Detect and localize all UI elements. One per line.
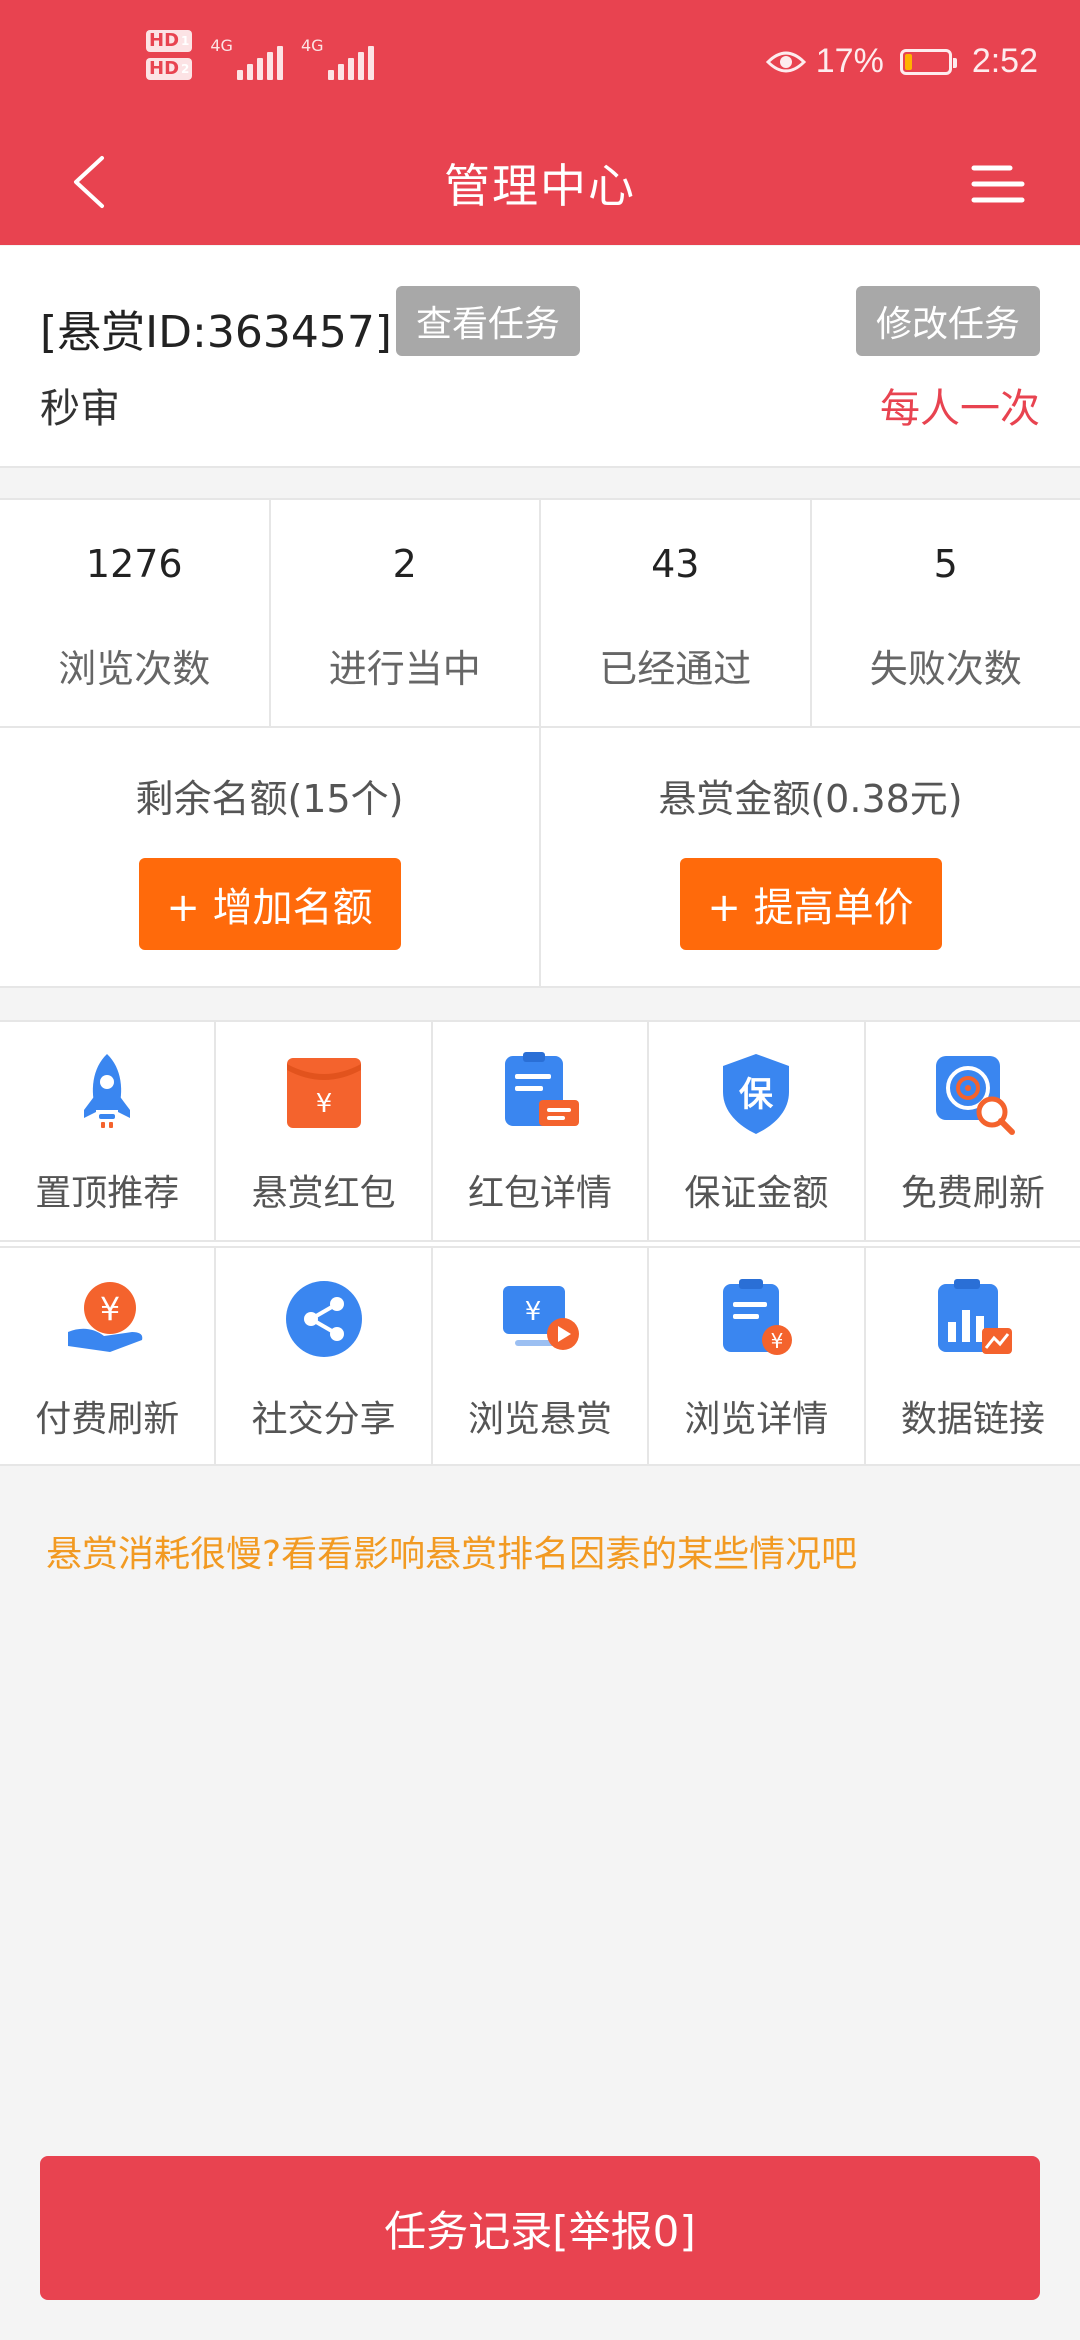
stat-label: 浏览次数 [58, 647, 211, 691]
nav-bar: 管理中心 [0, 130, 1080, 245]
stat-value: 43 [651, 542, 700, 586]
hd-badges: HD 1 HD 2 [146, 30, 193, 80]
stats-row: 1276 浏览次数 2 进行当中 43 已经通过 5 失败次数 [0, 498, 1080, 728]
grid-item-envelope-detail[interactable]: 红包详情 [433, 1022, 650, 1240]
stat-views: 1276 浏览次数 [0, 500, 271, 726]
grid-label: 付费刷新 [35, 1399, 180, 1440]
battery-fill [904, 53, 912, 70]
grid-label: 浏览详情 [684, 1399, 829, 1440]
edit-task-button[interactable]: 修改任务 [856, 286, 1040, 356]
network-type-2: 4G [300, 36, 324, 55]
grid-item-data-link[interactable]: 数据链接 [866, 1248, 1080, 1464]
stat-label: 进行当中 [328, 647, 481, 691]
battery-icon [899, 48, 957, 75]
grid-label: 数据链接 [900, 1399, 1045, 1440]
feature-grid: 置顶推荐 ¥ 悬赏红包 红包详情 保 保证金额 免费刷新 ¥ 付费刷新 社交分享… [0, 1020, 1080, 1466]
clipboard-detail-icon [505, 1052, 580, 1126]
svg-text:¥: ¥ [100, 1290, 120, 1328]
grid-item-social-share[interactable]: 社交分享 [216, 1248, 433, 1464]
grid-label: 置顶推荐 [35, 1173, 180, 1214]
reward-amount: 悬赏金额(0.38元) + 提高单价 [541, 728, 1080, 986]
svg-text:保: 保 [739, 1075, 774, 1115]
hd2-text: HD [149, 58, 180, 79]
hd1-badge: HD 1 [146, 30, 193, 52]
svg-text:¥: ¥ [525, 1297, 542, 1327]
grid-label: 保证金额 [684, 1173, 829, 1214]
remaining-label: 剩余名额(15个) [135, 777, 404, 821]
network-indicators: HD 1 HD 2 4G 4G [146, 30, 374, 80]
grid-item-free-refresh[interactable]: 免费刷新 [866, 1022, 1080, 1240]
grid-item-browse-reward[interactable]: ¥ 浏览悬赏 [433, 1248, 650, 1464]
signal-2-icon: 4G [301, 30, 374, 80]
stat-passed: 43 已经通过 [541, 500, 812, 726]
target-search-icon [935, 1056, 1015, 1135]
view-task-button[interactable]: 查看任务 [396, 286, 580, 356]
grid-item-paid-refresh[interactable]: ¥ 付费刷新 [0, 1248, 217, 1464]
stat-in-progress: 2 进行当中 [271, 500, 541, 726]
quota-row: 剩余名额(15个) + 增加名额 悬赏金额(0.38元) + 提高单价 [0, 728, 1080, 988]
grid-item-reward-envelope[interactable]: ¥ 悬赏红包 [216, 1022, 433, 1240]
shield-deposit-icon: 保 [723, 1054, 790, 1134]
video-reward-icon: ¥ [503, 1286, 580, 1350]
eye-icon [765, 51, 806, 72]
svg-text:¥: ¥ [315, 1089, 332, 1119]
chart-link-icon [937, 1279, 1012, 1354]
task-subtitle: 秒审 [40, 386, 120, 432]
hd1-sub: 1 [181, 34, 190, 48]
task-limit: 每人一次 [880, 386, 1040, 432]
amount-label: 悬赏金额(0.38元) [658, 777, 963, 821]
stat-value: 5 [933, 542, 958, 586]
yuan-hand-icon: ¥ [68, 1282, 143, 1352]
grid-row-1: 置顶推荐 ¥ 悬赏红包 红包详情 保 保证金额 免费刷新 [0, 1022, 1080, 1242]
clock: 2:52 [971, 42, 1038, 80]
grid-label: 悬赏红包 [251, 1173, 396, 1214]
grid-item-top-recommend[interactable]: 置顶推荐 [0, 1022, 217, 1240]
task-id: [悬赏ID:363457] [40, 307, 392, 358]
stat-value: 2 [392, 542, 417, 586]
stat-label: 已经通过 [599, 647, 752, 691]
app-header: HD 1 HD 2 4G 4G 17% 2:52 管理中心 [0, 0, 1080, 245]
red-envelope-icon: ¥ [286, 1058, 361, 1128]
stat-failed: 5 失败次数 [812, 500, 1080, 726]
status-right: 17% 2:52 [765, 42, 1038, 81]
grid-label: 浏览悬赏 [468, 1399, 613, 1440]
hd1-text: HD [149, 30, 180, 51]
rocket-icon [84, 1054, 131, 1128]
page-title: 管理中心 [444, 159, 636, 213]
task-record-button[interactable]: 任务记录[举报0] [40, 2156, 1040, 2300]
grid-row-2: ¥ 付费刷新 社交分享 ¥ 浏览悬赏 ¥ 浏览详情 数据链接 [0, 1246, 1080, 1466]
share-icon [285, 1281, 362, 1357]
status-bar: HD 1 HD 2 4G 4G 17% 2:52 [0, 0, 1080, 130]
stat-label: 失败次数 [869, 647, 1022, 691]
grid-label: 免费刷新 [900, 1173, 1045, 1214]
grid-label: 社交分享 [251, 1399, 396, 1440]
add-quota-button[interactable]: + 增加名额 [138, 858, 401, 950]
remaining-quota: 剩余名额(15个) + 增加名额 [0, 728, 541, 986]
ranking-tip-link[interactable]: 悬赏消耗很慢?看看影响悬赏排名因素的某些情况吧 [46, 1525, 857, 1577]
battery-percent: 17% [815, 42, 884, 80]
clipboard-yuan-icon: ¥ [723, 1279, 793, 1355]
signal-1-icon: 4G [210, 30, 283, 80]
task-card: [悬赏ID:363457] 查看任务 修改任务 秒审 每人一次 [0, 246, 1080, 468]
grid-item-browse-detail[interactable]: ¥ 浏览详情 [649, 1248, 866, 1464]
menu-icon[interactable] [970, 154, 1030, 214]
hd2-badge: HD 2 [146, 58, 193, 80]
stat-value: 1276 [85, 542, 183, 586]
grid-label: 红包详情 [468, 1173, 613, 1214]
svg-text:¥: ¥ [771, 1329, 784, 1353]
hd2-sub: 2 [181, 62, 190, 76]
grid-item-deposit[interactable]: 保 保证金额 [649, 1022, 866, 1240]
raise-price-button[interactable]: + 提高单价 [679, 858, 942, 950]
network-type-1: 4G [210, 36, 233, 55]
